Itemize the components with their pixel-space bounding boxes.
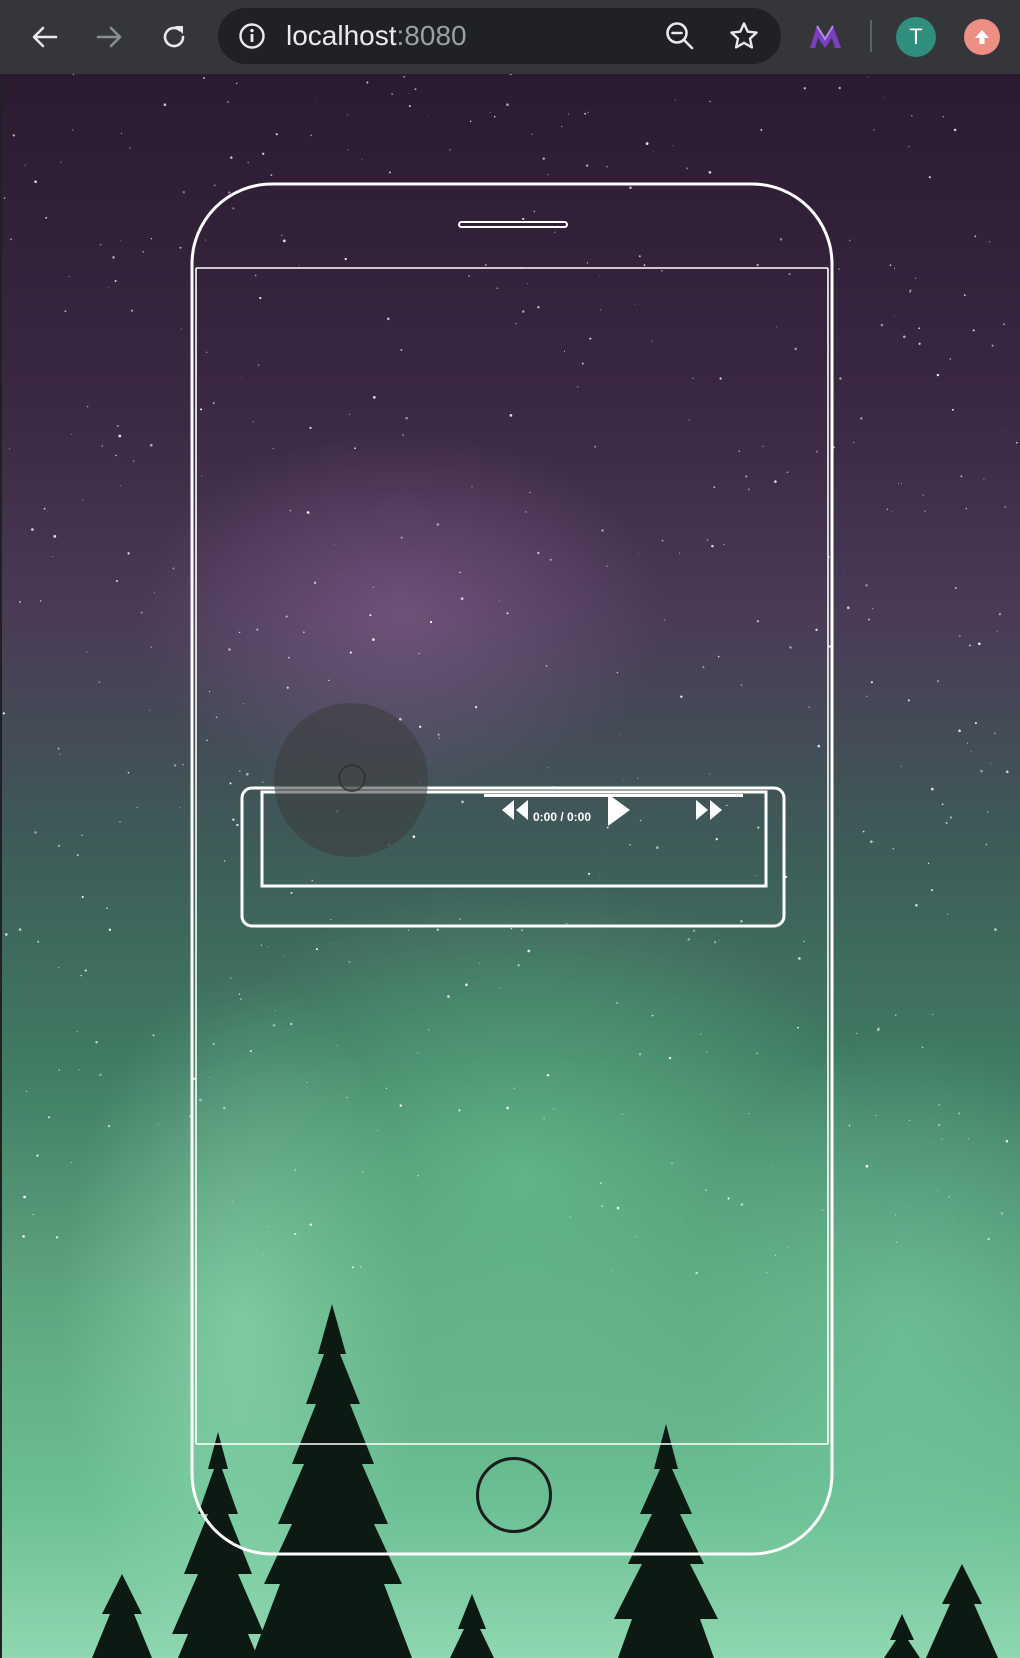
phone-frame (190, 182, 834, 1556)
touch-point (338, 764, 366, 792)
reload-icon (163, 26, 185, 48)
update-button[interactable] (964, 19, 1000, 55)
extension-button[interactable] (808, 20, 844, 54)
browser-toolbar: localhost:8080 T (0, 0, 1020, 74)
reload-button[interactable] (152, 15, 196, 59)
play-icon (608, 794, 630, 826)
home-button-icon[interactable] (476, 1457, 552, 1533)
rewind-icon (502, 800, 528, 820)
back-button[interactable] (23, 15, 67, 59)
fast-forward-icon (696, 800, 722, 820)
zoom-out-icon[interactable] (664, 20, 696, 52)
rewind-button[interactable] (498, 794, 532, 826)
url-port: :8080 (396, 20, 467, 51)
fast-forward-button[interactable] (692, 794, 726, 826)
profile-avatar[interactable]: T (896, 17, 936, 57)
url-text: localhost:8080 (286, 22, 467, 50)
page-viewport: 0:00 / 0:00 (2, 74, 1020, 1658)
arrow-right-icon (96, 26, 122, 48)
play-button[interactable] (596, 790, 636, 830)
star-icon[interactable] (728, 20, 760, 52)
forward-button[interactable] (87, 15, 131, 59)
toolbar-divider (870, 20, 872, 52)
m-logo-icon (810, 25, 841, 48)
url-host: localhost (286, 20, 397, 51)
arrow-left-icon (32, 26, 58, 48)
arrow-up-icon (975, 30, 989, 44)
info-icon[interactable] (238, 22, 266, 50)
speaker-slot-icon (458, 221, 568, 228)
address-bar[interactable]: localhost:8080 (218, 8, 781, 64)
